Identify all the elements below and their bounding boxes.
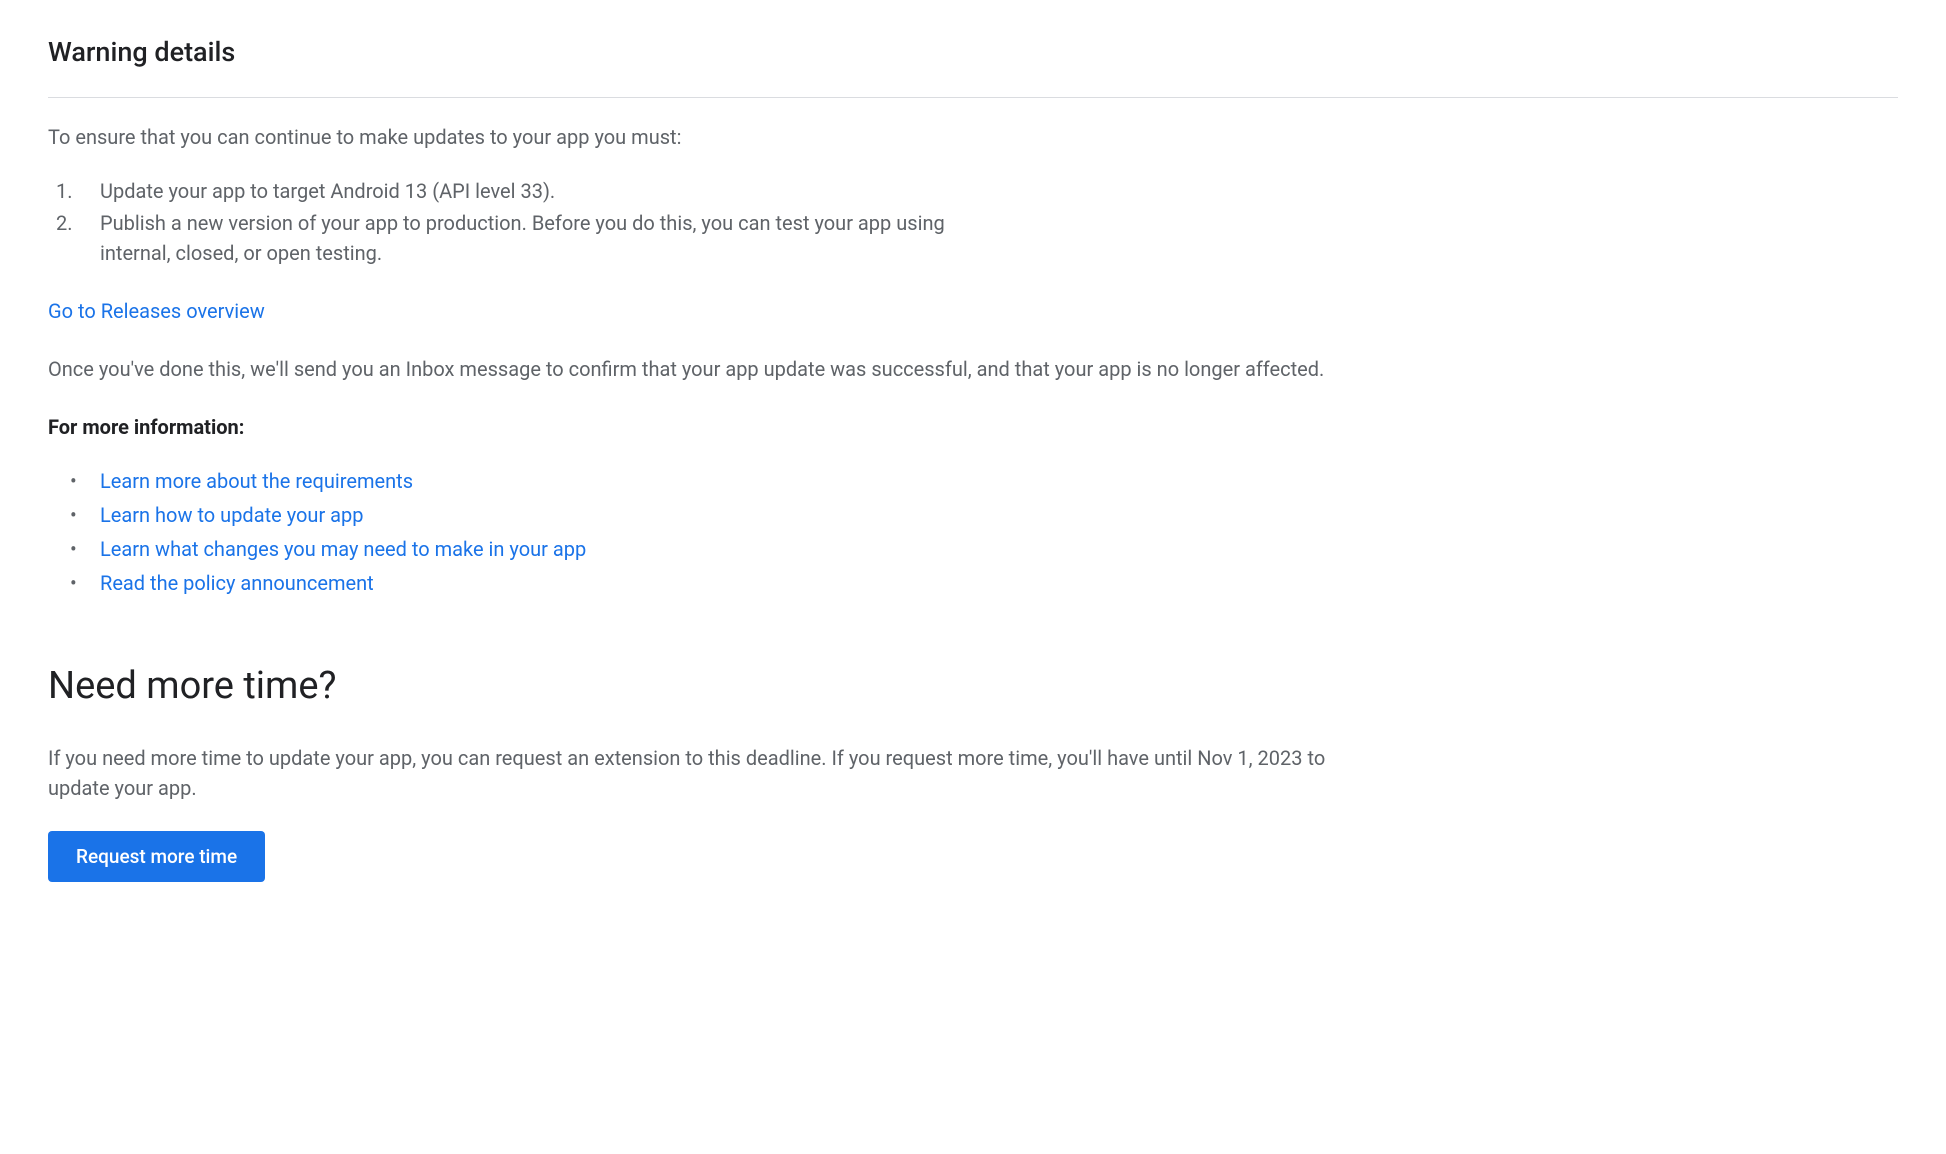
- need-more-time-body: If you need more time to update your app…: [48, 743, 1368, 803]
- request-more-time-button[interactable]: Request more time: [48, 831, 265, 882]
- learn-changes-link[interactable]: Learn what changes you may need to make …: [100, 537, 586, 561]
- need-more-time-heading: Need more time?: [48, 658, 1898, 715]
- confirmation-text: Once you've done this, we'll send you an…: [48, 354, 1368, 384]
- more-info-heading: For more information:: [48, 412, 1898, 442]
- list-item: Learn more about the requirements: [56, 466, 1898, 496]
- list-item: Publish a new version of your app to pro…: [56, 208, 976, 268]
- info-links-list: Learn more about the requirements Learn …: [48, 466, 1898, 598]
- releases-overview-link[interactable]: Go to Releases overview: [48, 296, 265, 326]
- list-item: Read the policy announcement: [56, 568, 1898, 598]
- list-item: Learn how to update your app: [56, 500, 1898, 530]
- intro-text: To ensure that you can continue to make …: [48, 122, 1898, 152]
- list-item: Learn what changes you may need to make …: [56, 534, 1898, 564]
- section-divider: [48, 97, 1898, 98]
- list-item: Update your app to target Android 13 (AP…: [56, 176, 976, 206]
- steps-list: Update your app to target Android 13 (AP…: [48, 176, 1898, 268]
- learn-requirements-link[interactable]: Learn more about the requirements: [100, 469, 413, 493]
- policy-announcement-link[interactable]: Read the policy announcement: [100, 571, 374, 595]
- learn-update-link[interactable]: Learn how to update your app: [100, 503, 364, 527]
- warning-details-title: Warning details: [48, 32, 1898, 73]
